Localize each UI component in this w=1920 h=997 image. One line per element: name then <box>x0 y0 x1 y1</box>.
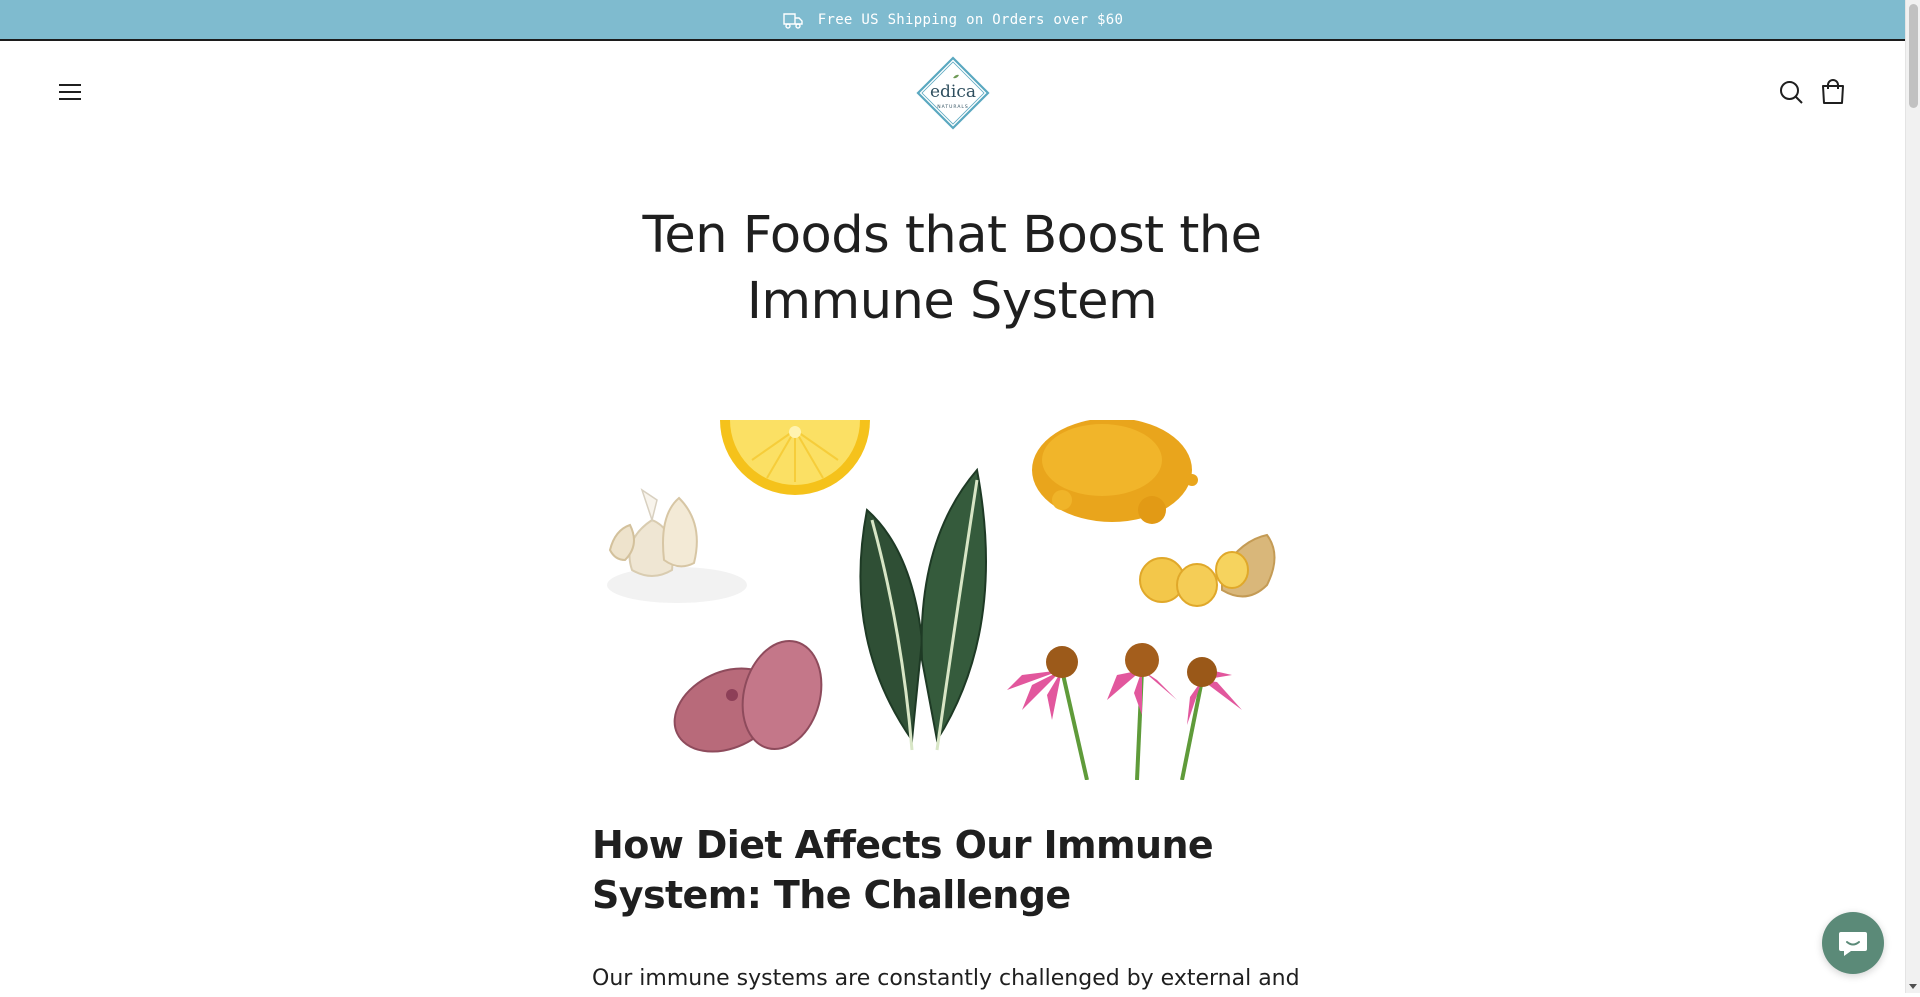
immune-foods-collage-image <box>607 420 1276 780</box>
garlic <box>607 488 747 603</box>
sweet-potatoes <box>673 639 823 753</box>
page-title: Ten Foods that Boost the Immune System <box>642 206 1262 331</box>
ginger <box>1139 533 1276 607</box>
chat-bubble-icon <box>1839 932 1867 956</box>
edica-logo[interactable]: edica NATURALS <box>916 56 990 130</box>
hamburger-menu-icon[interactable] <box>56 80 84 104</box>
chat-button[interactable] <box>1822 912 1884 974</box>
echinacea-flowers <box>1007 643 1242 780</box>
search-icon[interactable] <box>1778 79 1804 105</box>
scrollbar-thumb[interactable] <box>1909 4 1918 108</box>
announcement-text: Free US Shipping on Orders over $60 <box>817 11 1124 28</box>
lemon-slice <box>720 420 870 495</box>
truck-icon <box>783 12 803 29</box>
svg-text:NATURALS: NATURALS <box>937 104 969 110</box>
page-scrollbar[interactable] <box>1905 0 1920 993</box>
shopping-bag-icon[interactable] <box>1820 78 1846 106</box>
site-header: edica NATURALS <box>0 43 1905 143</box>
section-heading: How Diet Affects Our Immune System: The … <box>592 823 1214 917</box>
article-paragraph: Our immune systems are constantly challe… <box>592 966 1300 991</box>
scroll-down-arrow-icon[interactable] <box>1909 984 1917 989</box>
announcement-bar: Free US Shipping on Orders over $60 <box>0 0 1905 41</box>
kale-leaves <box>859 467 987 751</box>
svg-text:edica: edica <box>930 82 976 102</box>
turmeric-powder <box>1032 420 1198 524</box>
